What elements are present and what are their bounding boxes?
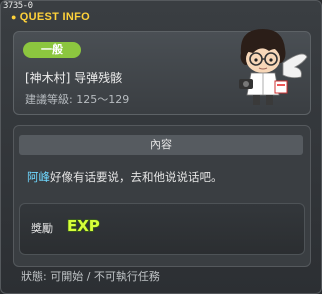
title-bullet-icon: ● [11,12,17,22]
quest-type-badge: 一般 [23,42,81,58]
reward-box [19,203,305,255]
exp-icon-text: EXP [67,217,100,235]
exp-icon: EXP [66,216,100,235]
npc-name-link[interactable]: 阿峰 [27,170,50,184]
quest-description: 阿峰好像有话要说，去和他说说话吧。 [27,169,223,185]
reward-label: 獎勵 [31,222,53,235]
recommended-level: 建議等級: 125～129 [25,93,130,106]
quest-status: 狀態: 可開始 / 不可執行任務 [21,270,160,283]
content-section-header: 內容 [19,135,303,155]
quest-info-window: 3735-0 ● QUEST INFO 一般 [神木村] 导弹残骸 建議等級: 1… [0,0,322,294]
window-title-text: QUEST INFO [19,11,90,23]
window-id-tag: 3735-0 [3,1,33,11]
quest-name: [神木村] 导弹残骸 [25,71,123,85]
window-title: ● QUEST INFO [11,11,90,23]
description-text: 好像有话要说，去和他说说话吧。 [50,170,223,184]
npc-portrait [239,29,308,105]
